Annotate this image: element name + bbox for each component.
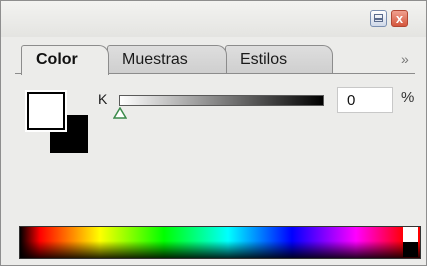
k-value-input[interactable]: 0 bbox=[337, 87, 393, 113]
k-slider-track[interactable] bbox=[119, 95, 324, 106]
black-swatch[interactable] bbox=[403, 242, 418, 257]
tab-label: Color bbox=[36, 51, 78, 68]
slider-label: K bbox=[98, 91, 108, 107]
tab-label: Muestras bbox=[122, 51, 188, 68]
tab-muestras[interactable]: Muestras bbox=[107, 45, 227, 73]
slider-thumb-icon[interactable] bbox=[113, 107, 127, 119]
percent-unit: % bbox=[401, 89, 415, 106]
color-spectrum-bar[interactable] bbox=[19, 226, 421, 259]
tab-estilos[interactable]: Estilos bbox=[225, 45, 333, 73]
chevron-double-right-icon[interactable]: » bbox=[401, 51, 409, 67]
tab-color[interactable]: Color bbox=[21, 45, 109, 75]
close-icon[interactable]: x bbox=[391, 10, 408, 27]
color-panel: x Estilos Muestras Color » K 0 % bbox=[0, 0, 427, 266]
panel-title-bar[interactable] bbox=[1, 1, 426, 37]
tab-label: Estilos bbox=[240, 51, 288, 68]
close-glyph: x bbox=[395, 11, 404, 26]
white-swatch[interactable] bbox=[403, 227, 418, 242]
minimize-icon[interactable] bbox=[370, 10, 387, 27]
foreground-color-swatch[interactable] bbox=[25, 90, 67, 132]
